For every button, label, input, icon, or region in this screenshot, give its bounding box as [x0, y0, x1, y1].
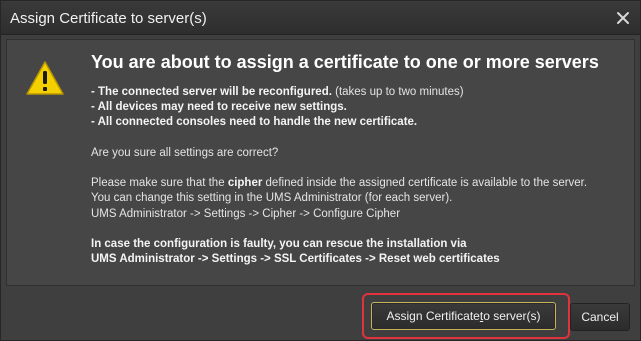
window-title: Assign Certificate to server(s)	[10, 10, 207, 27]
notice-line-2: - All devices may need to receive new se…	[91, 101, 347, 114]
confirm-question: Are you sure all settings are correct?	[91, 146, 279, 159]
message-body: - The connected server will be reconfigu…	[91, 85, 631, 267]
notice-line-3: - All connected consoles need to handle …	[91, 116, 418, 129]
cancel-button[interactable]: Cancel	[570, 303, 630, 331]
title-bar: Assign Certificate to server(s)	[1, 1, 640, 35]
cipher-line-1: Please make sure that the cipher defined…	[91, 177, 588, 190]
rescue-line-1: In case the configuration is faulty, you…	[91, 237, 467, 250]
cipher-line-3: UMS Administrator -> Settings -> Cipher …	[91, 207, 401, 220]
rescue-line-2: UMS Administrator -> Settings -> SSL Cer…	[91, 253, 500, 266]
assign-certificate-dialog: Assign Certificate to server(s) You are …	[0, 0, 641, 341]
notice-line-1: - The connected server will be reconfigu…	[91, 86, 464, 98]
dialog-heading: You are about to assign a certificate to…	[91, 52, 599, 72]
message-panel: You are about to assign a certificate to…	[6, 39, 635, 286]
close-icon[interactable]	[616, 11, 630, 25]
cipher-line-2: You can change this setting in the UMS A…	[91, 192, 453, 205]
assign-certificate-button[interactable]: Assign Certificate to server(s)	[371, 302, 556, 330]
warning-triangle-icon	[26, 61, 64, 95]
